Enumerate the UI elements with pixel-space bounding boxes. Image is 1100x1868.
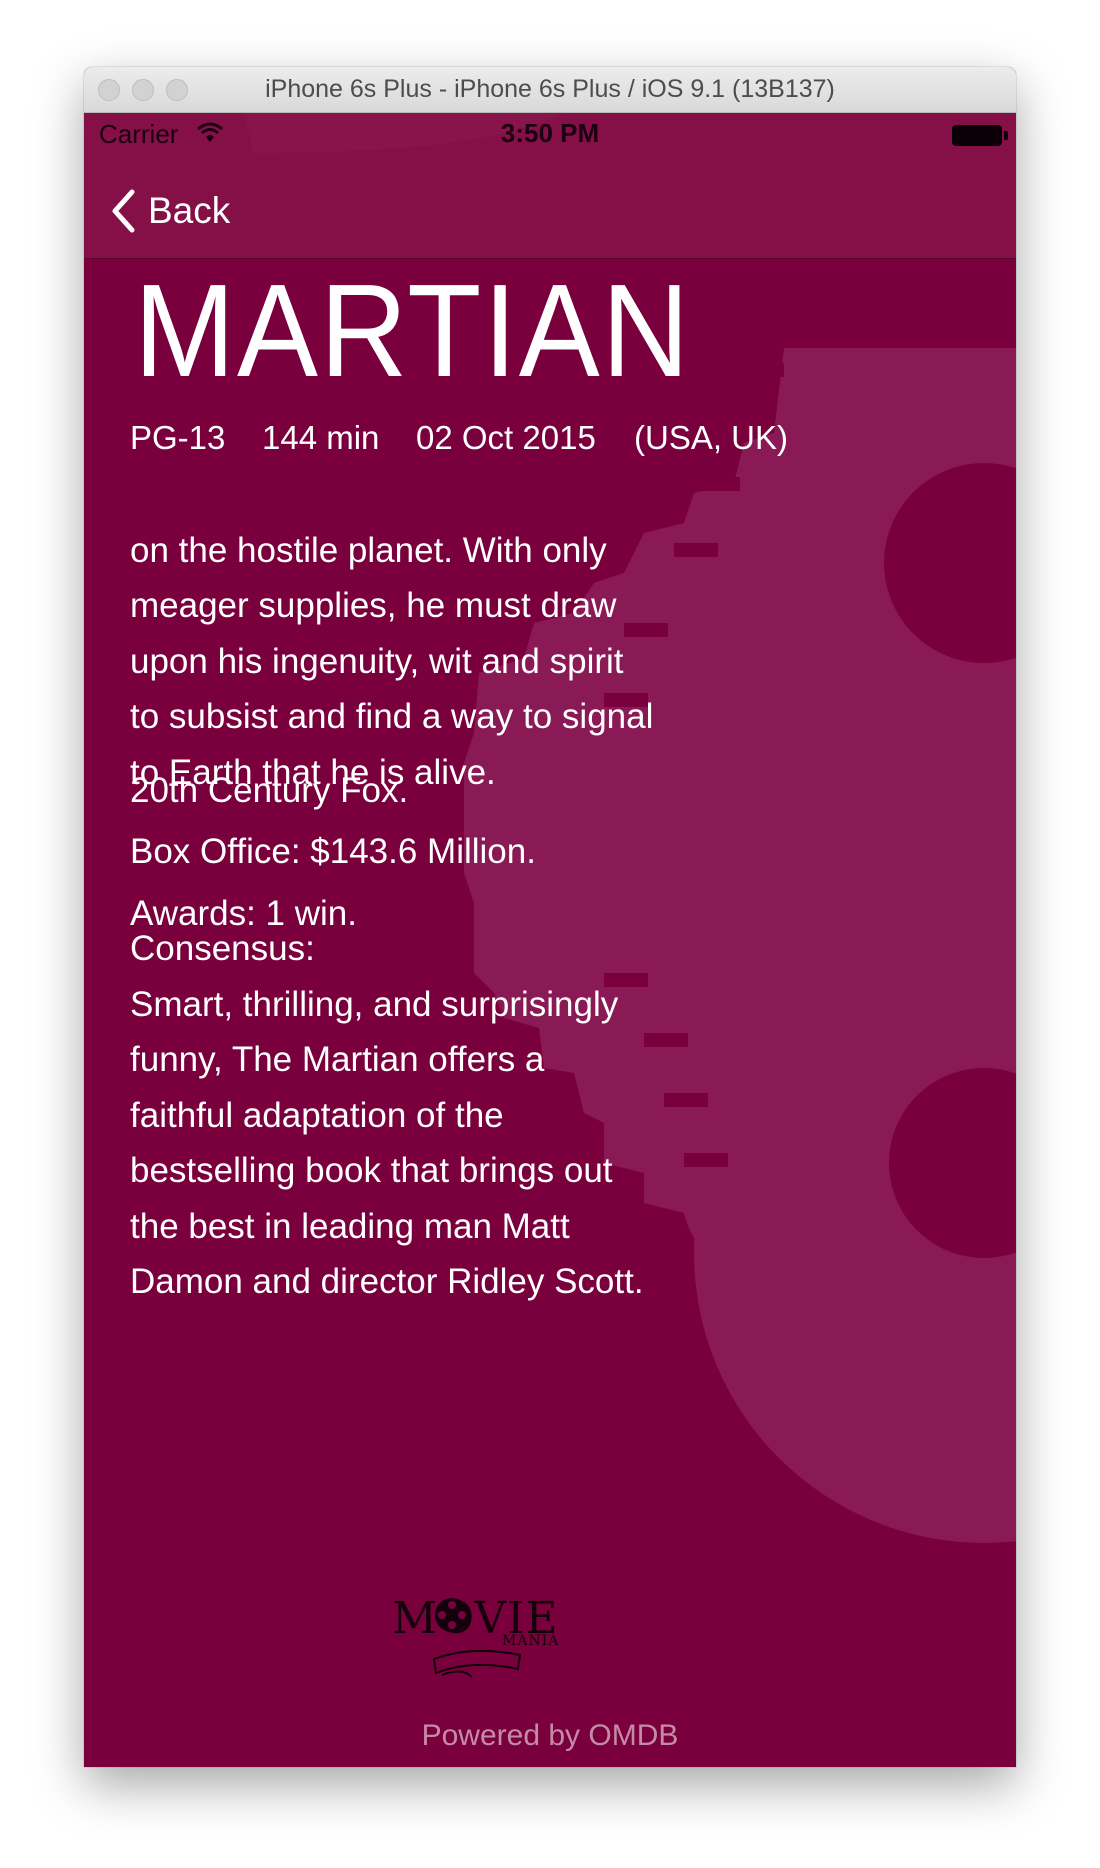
navigation-bar: Carrier 3:50 PM Back xyxy=(84,113,1016,259)
plot-line: upon his ingenuity, wit and spirit xyxy=(130,641,624,681)
movie-title: MARTIAN xyxy=(134,257,692,404)
film-reel-logo-icon xyxy=(435,1598,469,1632)
box-office-label: Box Office: $143.6 Million. xyxy=(130,832,536,871)
consensus-line: funny, The Martian offers a xyxy=(130,1040,545,1079)
plot-text: finds himself stranded and alone on the … xyxy=(130,511,790,800)
plot-line: to subsist and find a way to signal xyxy=(130,697,654,736)
consensus-line: the best in leading man Matt xyxy=(130,1206,570,1246)
back-button[interactable]: Back xyxy=(110,183,230,239)
status-time: 3:50 PM xyxy=(500,118,600,148)
country-label: (USA, UK) xyxy=(634,419,789,456)
window-title: iPhone 6s Plus - iPhone 6s Plus / iOS 9.… xyxy=(265,75,835,103)
consensus-line: bestselling book that brings out xyxy=(130,1151,613,1190)
rating-label: PG-13 xyxy=(130,419,226,456)
powered-by-label: Powered by OMDB xyxy=(421,1719,679,1752)
battery-icon xyxy=(952,125,1008,146)
consensus-heading: Consensus: xyxy=(130,929,315,968)
consensus-line: faithful adaptation of the xyxy=(130,1095,504,1135)
simulator-window: iPhone 6s Plus - iPhone 6s Plus / iOS 9.… xyxy=(84,67,1016,1767)
simulator-titlebar: iPhone 6s Plus - iPhone 6s Plus / iOS 9.… xyxy=(84,67,1016,113)
film-strip-icon xyxy=(432,1649,522,1678)
back-label: Back xyxy=(148,190,231,231)
release-date-label: 02 Oct 2015 xyxy=(416,419,596,456)
app-screen: Carrier 3:50 PM Back MARTIAN PG-13 144 m… xyxy=(84,113,1016,1767)
consensus-line: Damon and director Ridley Scott. xyxy=(130,1262,644,1301)
chevron-left-icon xyxy=(112,189,135,233)
movie-mania-logo: MOVIE MANIA xyxy=(392,1593,592,1703)
runtime-label: 144 min xyxy=(262,419,380,456)
status-bar: Carrier 3:50 PM xyxy=(84,113,1016,155)
consensus-block: Consensus: Smart, thrilling, and surpris… xyxy=(130,921,770,1310)
production-label: 20th Century Fox. xyxy=(130,771,409,810)
consensus-line: Smart, thrilling, and surprisingly xyxy=(130,984,619,1024)
plot-line: finds himself stranded and alone xyxy=(130,511,790,523)
plot-line: on the hostile planet. With only xyxy=(130,530,607,570)
plot-line: meager supplies, he must draw xyxy=(130,586,617,625)
